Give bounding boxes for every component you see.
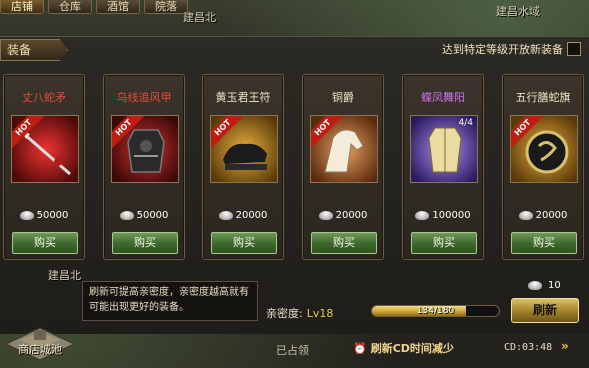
item-image[interactable]: HOT ☆☆ [510, 115, 578, 183]
map-label: 建昌北 [183, 11, 216, 24]
item-price: 20000 [303, 210, 383, 221]
buy-button[interactable]: 购买 [12, 232, 78, 254]
item-name: 乌线追风甲 [116, 91, 172, 104]
unlock-notice-text: 达到特定等级开放新装备 [442, 43, 563, 56]
item-name: 丈八蛇矛 [22, 91, 66, 104]
top-tabs: 店铺 仓库 酒馆 院落 [0, 0, 188, 14]
silver-ingot-icon [218, 211, 233, 220]
buy-button[interactable]: 购买 [211, 232, 277, 254]
item-price-value: 20000 [535, 210, 568, 221]
buy-button[interactable]: 购买 [112, 232, 178, 254]
cd-reduce[interactable]: ⏰ 刷新CD时间减少 [353, 340, 454, 356]
tab-courtyard[interactable]: 院落 [144, 0, 188, 14]
intimacy-info: 亲密度: Lv18 [266, 305, 333, 321]
silver-ingot-icon [415, 211, 430, 220]
item-name: 五行膳蛇旗 [515, 91, 571, 104]
item-card: 五行膳蛇旗 HOT ☆☆ 20000 购买 [502, 74, 584, 260]
tab-shop[interactable]: 店铺 [0, 0, 44, 14]
intimacy-progress-text: 134/180 [416, 306, 455, 316]
tab-warehouse[interactable]: 仓库 [48, 0, 92, 14]
item-card: 铜爵 HOT ☆☆ 20000 购买 [302, 74, 384, 260]
intimacy-level: Lv18 [306, 307, 334, 320]
item-card: 丈八蛇矛 HOT ☆☆ 50000 购买 [3, 74, 85, 260]
silver-ingot-icon [19, 211, 34, 220]
intimacy-progress-bar: 134/180 [371, 305, 500, 317]
unlock-notice: 达到特定等级开放新装备 [442, 41, 581, 57]
item-price-value: 20000 [335, 210, 368, 221]
buy-button[interactable]: 购买 [411, 232, 477, 254]
item-name: 铜爵 [332, 91, 354, 104]
silver-ingot-icon [318, 211, 333, 220]
item-cards: 丈八蛇矛 HOT ☆☆ 50000 购买 乌线追风甲 [3, 74, 589, 260]
item-name: 蝶凤舞阳 [421, 91, 465, 104]
intimacy-label: 亲密度: [266, 307, 303, 320]
silver-ingot-icon [518, 211, 533, 220]
tab-tavern[interactable]: 酒馆 [96, 0, 140, 14]
item-name: 黄玉君王符 [215, 91, 271, 104]
equipment-tab[interactable]: 装备 [0, 39, 68, 61]
bell-icon: ⏰ [353, 341, 367, 355]
refresh-button[interactable]: 刷新 [511, 298, 579, 323]
city-label: 商店城池 [18, 343, 62, 356]
item-price: 100000 [403, 210, 483, 221]
buy-button[interactable]: 购买 [311, 232, 377, 254]
item-price: 50000 [4, 210, 84, 221]
refresh-cost-value: 10 [548, 280, 561, 291]
item-image[interactable]: 4/4 ☆☆ [410, 115, 478, 183]
refresh-cost: 10 [528, 280, 561, 291]
item-price: 20000 [203, 210, 283, 221]
item-price-value: 50000 [36, 210, 69, 221]
item-image[interactable]: HOT ☆☆ [310, 115, 378, 183]
item-price: 50000 [104, 210, 184, 221]
silver-ingot-icon [119, 211, 134, 220]
item-price-value: 100000 [432, 210, 471, 221]
item-price-value: 20000 [235, 210, 268, 221]
silver-ingot-icon [528, 281, 542, 290]
unlock-toggle[interactable] [567, 42, 581, 56]
map-label: 建昌北 [48, 269, 81, 282]
item-image[interactable]: HOT [210, 115, 278, 183]
item-image[interactable]: HOT ☆☆ [11, 115, 79, 183]
next-arrows-icon[interactable]: » [561, 339, 569, 353]
item-card: 乌线追风甲 HOT ☆☆ 50000 购买 [103, 74, 185, 260]
map-label: 建昌水域 [496, 5, 540, 18]
buy-button[interactable]: 购买 [511, 232, 577, 254]
item-price-value: 50000 [136, 210, 169, 221]
item-price: 20000 [503, 210, 583, 221]
item-count: 4/4 [458, 118, 473, 128]
refresh-tooltip: 刷新可提高亲密度，亲密度越高就有可能出现更好的装备。 [82, 281, 258, 321]
occupied-status: 已占领 [276, 344, 309, 357]
item-image[interactable]: HOT ☆☆ [111, 115, 179, 183]
item-card: 黄玉君王符 HOT 20000 购买 [202, 74, 284, 260]
cd-timer: CD:03:48 [504, 342, 553, 353]
item-card: 蝶凤舞阳 4/4 ☆☆ 100000 购买 [402, 74, 484, 260]
cd-reduce-label: 刷新CD时间减少 [370, 342, 454, 355]
